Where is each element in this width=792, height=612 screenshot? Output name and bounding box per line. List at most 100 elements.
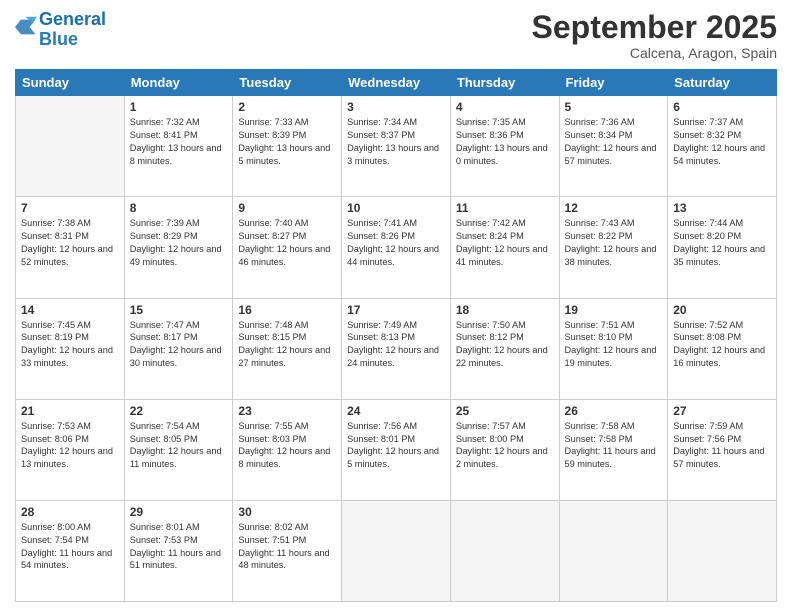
weekday-header-monday: Monday: [124, 70, 233, 96]
day-number: 13: [673, 201, 771, 215]
day-info: Sunrise: 7:52 AM Sunset: 8:08 PM Dayligh…: [673, 319, 771, 371]
calendar-cell: 27Sunrise: 7:59 AM Sunset: 7:56 PM Dayli…: [668, 399, 777, 500]
day-info: Sunrise: 7:34 AM Sunset: 8:37 PM Dayligh…: [347, 116, 445, 168]
calendar-week-3: 14 Sunrise: 7:45 AM Sunset: 8:19 PM Dayli…: [16, 298, 777, 399]
day-number: 12: [565, 201, 663, 215]
calendar-cell: 12Sunrise: 7:43 AM Sunset: 8:22 PM Dayli…: [559, 197, 668, 298]
day-number: 8: [130, 201, 228, 215]
day-number: 5: [565, 100, 663, 114]
day-info: Sunrise: 7:50 AM Sunset: 8:12 PM Dayligh…: [456, 319, 554, 371]
day-info: Sunrise: 7:40 AM Sunset: 8:27 PM Dayligh…: [238, 217, 336, 269]
calendar-cell: [559, 500, 668, 601]
day-number: 21: [21, 404, 119, 418]
calendar-cell: 4 Sunrise: 7:35 AM Sunset: 8:36 PM Daylig…: [450, 96, 559, 197]
weekday-header-tuesday: Tuesday: [233, 70, 342, 96]
page: General Blue September 2025 Calcena, Ara…: [0, 0, 792, 612]
calendar-cell: 30 Sunrise: 8:02 AM Sunset: 7:51 PM Dayli…: [233, 500, 342, 601]
day-number: 23: [238, 404, 336, 418]
weekday-header-saturday: Saturday: [668, 70, 777, 96]
day-number: 19: [565, 303, 663, 317]
calendar-cell: 3 Sunrise: 7:34 AM Sunset: 8:37 PM Daylig…: [342, 96, 451, 197]
calendar-cell: 19Sunrise: 7:51 AM Sunset: 8:10 PM Dayli…: [559, 298, 668, 399]
calendar-cell: 11 Sunrise: 7:42 AM Sunset: 8:24 PM Dayli…: [450, 197, 559, 298]
day-number: 10: [347, 201, 445, 215]
calendar-cell: 14 Sunrise: 7:45 AM Sunset: 8:19 PM Dayli…: [16, 298, 125, 399]
day-info: Sunrise: 8:00 AM Sunset: 7:54 PM Dayligh…: [21, 521, 119, 573]
calendar-cell: 16Sunrise: 7:48 AM Sunset: 8:15 PM Dayli…: [233, 298, 342, 399]
day-info: Sunrise: 8:02 AM Sunset: 7:51 PM Dayligh…: [238, 521, 336, 573]
day-number: 17: [347, 303, 445, 317]
calendar-table: SundayMondayTuesdayWednesdayThursdayFrid…: [15, 69, 777, 602]
day-number: 11: [456, 201, 554, 215]
logo-text: General Blue: [39, 10, 106, 50]
location: Calcena, Aragon, Spain: [532, 45, 777, 61]
logo: General Blue: [15, 10, 106, 50]
day-number: 15: [130, 303, 228, 317]
calendar-cell: [668, 500, 777, 601]
day-info: Sunrise: 7:58 AM Sunset: 7:58 PM Dayligh…: [565, 420, 663, 472]
day-number: 3: [347, 100, 445, 114]
day-number: 6: [673, 100, 771, 114]
calendar-week-5: 28 Sunrise: 8:00 AM Sunset: 7:54 PM Dayli…: [16, 500, 777, 601]
day-number: 14: [21, 303, 119, 317]
calendar-cell: 15Sunrise: 7:47 AM Sunset: 8:17 PM Dayli…: [124, 298, 233, 399]
day-info: Sunrise: 7:56 AM Sunset: 8:01 PM Dayligh…: [347, 420, 445, 472]
day-info: Sunrise: 7:33 AM Sunset: 8:39 PM Dayligh…: [238, 116, 336, 168]
day-number: 30: [238, 505, 336, 519]
calendar-cell: 21Sunrise: 7:53 AM Sunset: 8:06 PM Dayli…: [16, 399, 125, 500]
header: General Blue September 2025 Calcena, Ara…: [15, 10, 777, 61]
day-info: Sunrise: 7:41 AM Sunset: 8:26 PM Dayligh…: [347, 217, 445, 269]
calendar-cell: 10 Sunrise: 7:41 AM Sunset: 8:26 PM Dayli…: [342, 197, 451, 298]
calendar-cell: 18 Sunrise: 7:50 AM Sunset: 8:12 PM Dayli…: [450, 298, 559, 399]
day-number: 1: [130, 100, 228, 114]
day-info: Sunrise: 7:37 AM Sunset: 8:32 PM Dayligh…: [673, 116, 771, 168]
calendar-cell: [16, 96, 125, 197]
day-info: Sunrise: 7:45 AM Sunset: 8:19 PM Dayligh…: [21, 319, 119, 371]
day-info: Sunrise: 7:57 AM Sunset: 8:00 PM Dayligh…: [456, 420, 554, 472]
calendar-cell: 25Sunrise: 7:57 AM Sunset: 8:00 PM Dayli…: [450, 399, 559, 500]
calendar-cell: 23 Sunrise: 7:55 AM Sunset: 8:03 PM Dayli…: [233, 399, 342, 500]
calendar-week-2: 7 Sunrise: 7:38 AM Sunset: 8:31 PM Daylig…: [16, 197, 777, 298]
calendar-cell: 17 Sunrise: 7:49 AM Sunset: 8:13 PM Dayli…: [342, 298, 451, 399]
day-info: Sunrise: 7:35 AM Sunset: 8:36 PM Dayligh…: [456, 116, 554, 168]
day-number: 29: [130, 505, 228, 519]
calendar-cell: 8 Sunrise: 7:39 AM Sunset: 8:29 PM Daylig…: [124, 197, 233, 298]
calendar-cell: 26Sunrise: 7:58 AM Sunset: 7:58 PM Dayli…: [559, 399, 668, 500]
day-number: 24: [347, 404, 445, 418]
day-info: Sunrise: 7:54 AM Sunset: 8:05 PM Dayligh…: [130, 420, 228, 472]
day-number: 4: [456, 100, 554, 114]
calendar-cell: 13 Sunrise: 7:44 AM Sunset: 8:20 PM Dayli…: [668, 197, 777, 298]
day-info: Sunrise: 7:38 AM Sunset: 8:31 PM Dayligh…: [21, 217, 119, 269]
calendar-cell: [450, 500, 559, 601]
calendar-cell: 6 Sunrise: 7:37 AM Sunset: 8:32 PM Daylig…: [668, 96, 777, 197]
day-info: Sunrise: 7:42 AM Sunset: 8:24 PM Dayligh…: [456, 217, 554, 269]
day-info: Sunrise: 7:36 AM Sunset: 8:34 PM Dayligh…: [565, 116, 663, 168]
calendar-cell: 28 Sunrise: 8:00 AM Sunset: 7:54 PM Dayli…: [16, 500, 125, 601]
weekday-header-row: SundayMondayTuesdayWednesdayThursdayFrid…: [16, 70, 777, 96]
calendar-cell: 7 Sunrise: 7:38 AM Sunset: 8:31 PM Daylig…: [16, 197, 125, 298]
day-number: 7: [21, 201, 119, 215]
title-area: September 2025 Calcena, Aragon, Spain: [532, 10, 777, 61]
calendar-cell: 29 Sunrise: 8:01 AM Sunset: 7:53 PM Dayli…: [124, 500, 233, 601]
calendar-cell: 2 Sunrise: 7:33 AM Sunset: 8:39 PM Daylig…: [233, 96, 342, 197]
day-number: 16: [238, 303, 336, 317]
day-info: Sunrise: 8:01 AM Sunset: 7:53 PM Dayligh…: [130, 521, 228, 573]
day-number: 22: [130, 404, 228, 418]
calendar-cell: 5 Sunrise: 7:36 AM Sunset: 8:34 PM Daylig…: [559, 96, 668, 197]
day-info: Sunrise: 7:39 AM Sunset: 8:29 PM Dayligh…: [130, 217, 228, 269]
day-number: 9: [238, 201, 336, 215]
day-info: Sunrise: 7:49 AM Sunset: 8:13 PM Dayligh…: [347, 319, 445, 371]
day-info: Sunrise: 7:44 AM Sunset: 8:20 PM Dayligh…: [673, 217, 771, 269]
day-number: 2: [238, 100, 336, 114]
day-number: 28: [21, 505, 119, 519]
day-info: Sunrise: 7:55 AM Sunset: 8:03 PM Dayligh…: [238, 420, 336, 472]
day-info: Sunrise: 7:32 AM Sunset: 8:41 PM Dayligh…: [130, 116, 228, 168]
month-title: September 2025: [532, 10, 777, 45]
calendar-cell: 22 Sunrise: 7:54 AM Sunset: 8:05 PM Dayli…: [124, 399, 233, 500]
calendar-cell: 1 Sunrise: 7:32 AM Sunset: 8:41 PM Daylig…: [124, 96, 233, 197]
calendar-cell: 20Sunrise: 7:52 AM Sunset: 8:08 PM Dayli…: [668, 298, 777, 399]
weekday-header-thursday: Thursday: [450, 70, 559, 96]
calendar-cell: 24 Sunrise: 7:56 AM Sunset: 8:01 PM Dayli…: [342, 399, 451, 500]
weekday-header-wednesday: Wednesday: [342, 70, 451, 96]
day-number: 18: [456, 303, 554, 317]
